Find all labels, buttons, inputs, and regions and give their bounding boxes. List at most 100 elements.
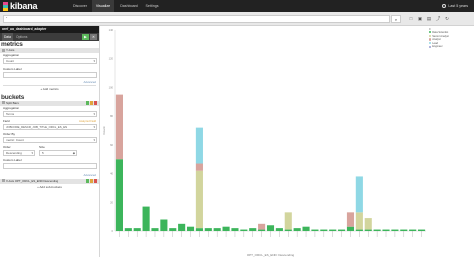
move-icon[interactable] xyxy=(89,101,93,105)
bar-segment[interactable] xyxy=(284,229,292,231)
bar-segment[interactable] xyxy=(373,229,381,231)
bar-segment[interactable] xyxy=(275,228,283,231)
bar-segment[interactable] xyxy=(400,229,408,231)
reset-button[interactable]: ✕ xyxy=(90,34,97,40)
add-metrics-button[interactable]: + Add metrics xyxy=(0,87,99,92)
legend-item[interactable]: Engineer xyxy=(429,45,472,49)
search-input[interactable]: * xyxy=(3,15,390,23)
apply-button[interactable]: ▶ xyxy=(82,34,89,40)
enable-icon[interactable] xyxy=(85,101,89,105)
save-icon[interactable]: ▣ xyxy=(417,16,423,22)
bar-segment[interactable] xyxy=(355,212,363,230)
bar-segment[interactable] xyxy=(266,225,275,231)
bar-segment[interactable] xyxy=(151,228,159,231)
custom-label-input[interactable] xyxy=(3,72,97,78)
bar-segment[interactable] xyxy=(231,228,239,231)
legend-toggle-icon[interactable]: ≡ xyxy=(429,27,433,31)
time-picker[interactable]: Last 5 years xyxy=(442,0,468,12)
bar-segment[interactable] xyxy=(186,226,195,231)
bar-segment[interactable] xyxy=(160,219,168,231)
advanced-toggle[interactable]: Advanced xyxy=(0,80,99,84)
tab-settings[interactable]: Settings xyxy=(143,0,161,12)
split-bars-header[interactable]: Split Bars xyxy=(0,100,99,106)
y-axis-header[interactable]: Y-Axis xyxy=(0,48,99,53)
legend-dot xyxy=(429,42,432,45)
y-tick-label: 20 xyxy=(110,200,113,204)
bar-segment[interactable] xyxy=(364,229,372,231)
bar-segment[interactable] xyxy=(142,206,150,231)
toggle-icon[interactable] xyxy=(2,101,5,105)
y-axis-title: Count xyxy=(102,126,106,134)
open-icon[interactable]: ▤ xyxy=(426,16,432,22)
search-button[interactable]: ⌕ xyxy=(391,15,401,23)
bar-segment[interactable] xyxy=(418,229,426,231)
bar-segment[interactable] xyxy=(329,229,337,231)
bar-segment[interactable] xyxy=(338,229,346,231)
bar-segment[interactable] xyxy=(240,229,248,231)
bar-segment[interactable] xyxy=(364,218,372,230)
tab-visualize[interactable]: Visualize xyxy=(92,0,114,12)
field-value: JOBCODE_DESCR_JOB_TITLE_ORCL_ES_EN xyxy=(6,124,68,129)
bar-segment[interactable] xyxy=(302,226,310,231)
share-icon[interactable]: ⤴ xyxy=(435,16,441,22)
bar-segment[interactable] xyxy=(382,229,390,231)
x-axis-row[interactable]: X-Axis OPT_ORCL_ES_END Descending xyxy=(0,178,99,184)
advanced2-toggle[interactable]: Advanced xyxy=(0,173,99,177)
bar-segment[interactable] xyxy=(213,228,221,231)
bar-segment[interactable] xyxy=(133,228,141,231)
toggle-icon[interactable] xyxy=(2,179,5,183)
custom-label2-input[interactable] xyxy=(3,162,97,169)
bar-segment[interactable] xyxy=(355,229,363,231)
size-input[interactable]: 5 ◆ xyxy=(39,149,77,156)
bar-segment[interactable] xyxy=(195,228,203,231)
bar-segment[interactable] xyxy=(222,226,230,231)
add-sub-buckets-button[interactable]: + Add sub-buckets xyxy=(0,185,99,190)
bar-segment[interactable] xyxy=(195,163,203,171)
bar-segment[interactable] xyxy=(258,229,266,231)
kibana-logo[interactable]: kibana xyxy=(3,0,38,12)
bar-segment[interactable] xyxy=(258,223,266,230)
move-icon[interactable] xyxy=(89,179,93,183)
bar-segment[interactable] xyxy=(204,228,212,231)
bar-segment[interactable] xyxy=(169,228,177,231)
bar-segment[interactable] xyxy=(320,229,328,231)
bar-segment[interactable] xyxy=(355,176,363,213)
bar-segment[interactable] xyxy=(346,212,355,227)
tab-dashboard[interactable]: Dashboard xyxy=(117,0,141,12)
tab-discover[interactable]: Discover xyxy=(70,0,90,12)
bar-segment[interactable] xyxy=(124,228,132,231)
remove-icon[interactable] xyxy=(93,101,97,105)
order-col: Order Descending ▾ xyxy=(0,145,36,156)
bar-segment[interactable] xyxy=(409,229,417,231)
order-by-select[interactable]: metric: Count ▾ xyxy=(3,136,97,143)
aggregation-select[interactable]: Count ▾ xyxy=(3,58,97,64)
bar-segment[interactable] xyxy=(115,159,123,231)
chevron-down-icon: ▾ xyxy=(93,124,95,129)
refresh-icon[interactable]: ↻ xyxy=(444,16,450,22)
bar-segment[interactable] xyxy=(195,127,203,164)
bar-segment[interactable] xyxy=(391,229,399,231)
chevron-down-icon: ▾ xyxy=(93,111,95,116)
chart-legend: ≡ Data Scientist Senior Analyst Analyst … xyxy=(429,27,472,49)
legend-dot xyxy=(429,45,432,48)
tab-data[interactable]: Data xyxy=(2,33,13,41)
field-select[interactable]: JOBCODE_DESCR_JOB_TITLE_ORCL_ES_EN ▾ xyxy=(3,123,97,130)
new-vis-icon[interactable]: □ xyxy=(408,16,414,22)
agg2-select[interactable]: Terms ▾ xyxy=(3,110,97,117)
bar-segment[interactable] xyxy=(311,229,319,231)
visualization-panel: 0 20 40 60 80 100 120 140 Count OPT_ORCL_ES_END: … xyxy=(101,26,474,257)
bar-segment[interactable] xyxy=(195,170,203,229)
tab-options[interactable]: Options xyxy=(14,33,29,41)
bar-segment[interactable] xyxy=(346,226,355,231)
bar-segment[interactable] xyxy=(293,228,301,231)
toggle-icon[interactable] xyxy=(2,48,5,52)
bar-segment[interactable] xyxy=(115,94,123,160)
enable-icon[interactable] xyxy=(85,179,89,183)
remove-icon[interactable] xyxy=(93,179,97,183)
bar-segment[interactable] xyxy=(249,228,257,231)
bar-segment[interactable] xyxy=(284,212,292,230)
time-label: Last 5 years xyxy=(448,4,468,8)
clock-icon xyxy=(442,4,447,9)
bar-segment[interactable] xyxy=(178,223,186,231)
order-select[interactable]: Descending ▾ xyxy=(3,149,35,156)
